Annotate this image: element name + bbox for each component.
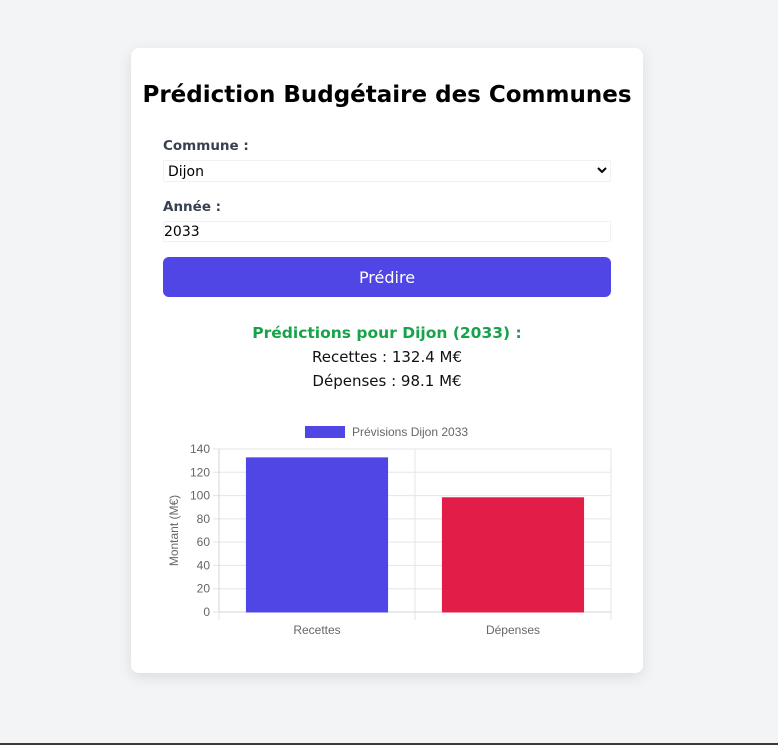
y-tick-label: 80 — [197, 512, 211, 526]
predict-button[interactable]: Prédire — [163, 257, 611, 297]
depenses-result: Dépenses : 98.1 M€ — [312, 372, 462, 390]
y-tick-label: 100 — [190, 489, 210, 503]
bar-depenses — [441, 497, 585, 613]
y-tick-label: 40 — [197, 558, 211, 572]
annee-input[interactable]: 2033 — [163, 221, 611, 242]
y-tick-label: 120 — [190, 465, 210, 479]
prediction-card: Prédiction Budgétaire des Communes Commu… — [131, 48, 643, 673]
x-tick-label: Dépenses — [486, 623, 540, 637]
budget-bar-chart: 0 20 40 60 80 100 120 140 Recettes Dépenses Montan… — [167, 425, 612, 637]
annee-input-value: 2033 — [164, 224, 200, 240]
commune-select-value: Dijon — [168, 164, 204, 180]
commune-label: Commune : — [163, 138, 249, 154]
chevron-down-icon — [597, 167, 607, 174]
y-tick-label: 140 — [190, 442, 210, 456]
legend-label: Prévisions Dijon 2033 — [352, 425, 468, 439]
prediction-title: Prédictions pour Dijon (2033) : — [252, 324, 522, 342]
bar-recettes — [245, 457, 389, 613]
y-tick-label: 60 — [197, 535, 211, 549]
y-tick-label: 20 — [197, 582, 211, 596]
y-axis-title: Montant (M€) — [167, 495, 181, 566]
annee-label: Année : — [163, 199, 222, 215]
recettes-result: Recettes : 132.4 M€ — [311, 348, 463, 366]
page-title: Prédiction Budgétaire des Communes — [142, 82, 632, 108]
commune-select[interactable]: Dijon — [163, 160, 611, 182]
y-tick-label: 0 — [203, 605, 210, 619]
x-tick-label: Recettes — [293, 623, 340, 637]
legend-swatch — [305, 426, 345, 438]
